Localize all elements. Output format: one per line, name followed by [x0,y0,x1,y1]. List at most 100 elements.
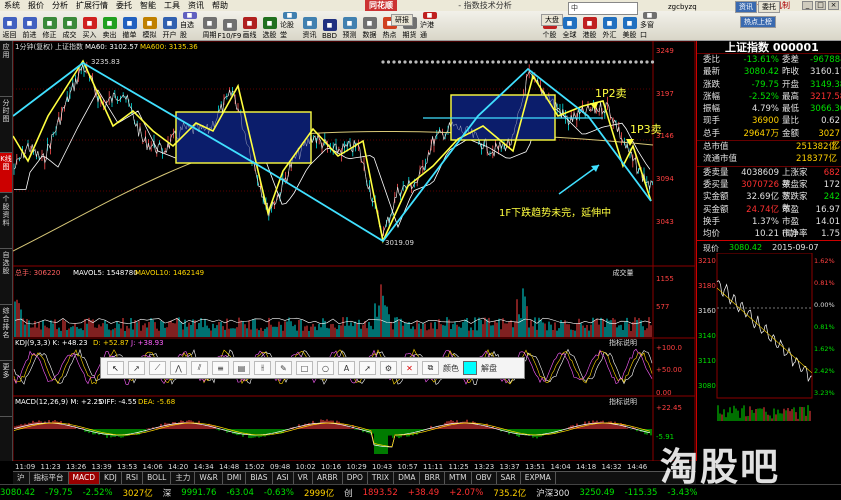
ray-icon[interactable]: ⟋ [149,361,166,375]
menu-item[interactable]: 资讯 [184,0,208,11]
indicator-tab[interactable]: VR [294,472,314,484]
toolbar-button[interactable]: ■ 撤单 [120,12,139,40]
indicator-tab[interactable]: W&R [195,472,223,484]
toolbar-button[interactable]: ■ 返回 [0,12,19,40]
indicator-tab[interactable]: BOLL [143,472,172,484]
toolbar-button[interactable]: ■ 资讯 [300,12,319,40]
quote-label: 平盘家数 [782,179,808,202]
market-select[interactable]: 大盘 [541,14,563,26]
toolbar-button[interactable]: ■ 论股堂 [280,12,299,40]
arrow-icon[interactable]: ➚ [359,361,376,375]
status-value: 2999亿 [303,488,335,499]
indicator-tab[interactable]: 指标平台 [30,472,69,484]
discard-label[interactable]: 解盘 [481,363,497,374]
hotlist-button[interactable]: 热点上榜 [740,16,776,28]
fan-icon[interactable]: ⫲ [254,361,271,375]
indicator-tab[interactable]: RSI [122,472,144,484]
pen-icon[interactable]: ✎ [275,361,292,375]
toolbar-button[interactable]: ■ 自选股 [180,12,199,40]
side-tab[interactable]: 分时图 [0,97,12,153]
menu-item[interactable]: 扩展行情 [72,0,112,11]
side-tab[interactable]: 个股资料 [0,193,12,249]
search-input[interactable]: 中 [568,2,638,15]
chart-area[interactable]: 1分钟(复权) 上证指数 MA60: 3102.57 MA600: 3135.36 32… [13,41,696,461]
text-icon[interactable]: A [338,361,355,375]
side-tab[interactable]: 综合排名 [0,305,12,361]
color-swatch[interactable] [463,361,477,375]
toolbar-button[interactable]: ■ 周期 [200,12,219,40]
toolbar-button[interactable]: ■ 开户 [160,12,179,40]
indicator-tab[interactable]: MACD [68,472,100,484]
indicator-tab[interactable]: SAR [497,472,521,484]
quote-label: 昨收 [782,67,800,78]
ellipse-icon[interactable]: ○ [317,361,334,375]
menu-item[interactable]: 分析 [48,0,72,11]
toolbar-label: 资讯 [302,31,317,39]
channel-icon[interactable]: ▤ [233,361,250,375]
indicator-tab[interactable]: 主力 [171,472,196,484]
kdj-j-label: J: +38.93 [130,339,164,347]
indicator-tab[interactable]: EXPMA [521,472,556,484]
indicator-tab[interactable]: BRR [420,472,446,484]
toolbar-button[interactable]: ■ F10/F9 [218,12,241,40]
mini-chart[interactable]: 现价 3080.42 2015-09-07 3210 3180 3160 3140 31… [697,240,841,422]
menu-item[interactable]: 系统 [0,0,24,11]
toolbar-button[interactable]: ■ 沪港通 [420,12,439,40]
toolbar-button[interactable]: ■ 模拟 [140,12,159,40]
menu-item[interactable]: 智能 [136,0,160,11]
quote-value: 4038609 [741,167,779,178]
indicator-tab[interactable]: DPO [343,472,368,484]
pointer-icon[interactable]: ↖ [107,361,124,375]
indicator-tab[interactable]: DMA [394,472,421,484]
toolbar-button[interactable]: ■ 买入 [80,12,99,40]
indicator-tab[interactable]: OBV [472,472,497,484]
indicator-tab[interactable]: MTM [445,472,472,484]
chart-svg[interactable]: 1分钟(复权) 上证指数 MA60: 3102.57 MA600: 3135.36 32… [13,41,696,461]
menu-item[interactable]: 工具 [160,0,184,11]
toolbar-button[interactable]: ■ 多窗口 [640,12,659,40]
indicator-tab[interactable]: ASI [273,472,294,484]
gear-icon[interactable]: ⚙ [380,361,397,375]
toolbar-button[interactable]: ■ 卖出 [100,12,119,40]
indicator-tab[interactable]: BIAS [246,472,273,484]
toolbar-button[interactable]: ■ 成交 [60,12,79,40]
delegate-button[interactable]: 委托 [758,1,780,13]
menu-item[interactable]: 帮助 [208,0,232,11]
toolbar-button[interactable]: ■ 修正 [40,12,59,40]
toolbar-button[interactable]: ■ 预测 [340,12,359,40]
side-tab[interactable]: 应用 [0,41,12,97]
toolbar-button[interactable]: ■ BBD [320,12,339,40]
toolbar-button[interactable]: ■ 美股 [620,12,639,40]
indicator-tab[interactable]: DMI [223,472,247,484]
toolbar-button[interactable]: ■ 数据 [360,12,379,40]
maximize-icon[interactable]: □ [815,1,826,10]
info-button[interactable]: 资讯 [735,1,757,13]
toolbar-button[interactable]: ■ 画线 [240,12,259,40]
toolbar-button[interactable]: ■ 选股 [260,12,279,40]
side-tab[interactable]: K线图 [0,153,12,193]
indicator-tab[interactable]: 沪 [13,472,30,484]
copy-icon[interactable]: ⧉ [422,361,439,375]
menu-item[interactable]: 报价 [24,0,48,11]
indicator-tab[interactable]: ARBR [313,472,343,484]
toolbar-button[interactable]: ■ 港股 [580,12,599,40]
indicator-tab[interactable]: KDJ [100,472,122,484]
zigzag-icon[interactable]: ⋀ [170,361,187,375]
event-marker [595,60,600,64]
toolbar-button[interactable]: ■ 前进 [20,12,39,40]
delete-icon[interactable]: ✕ [401,361,418,375]
rect-icon[interactable]: □ [296,361,313,375]
side-tab[interactable]: 自选股 [0,249,12,305]
event-marker [628,60,633,64]
close-icon[interactable]: × [828,1,839,10]
menu-item[interactable]: 委托 [112,0,136,11]
minimize-icon[interactable]: _ [802,1,813,10]
side-tab[interactable]: 更多 [0,361,12,417]
parallel-icon[interactable]: ⫽ [191,361,208,375]
toolbar-button[interactable]: ■ 外汇 [600,12,619,40]
research-button[interactable]: 研报 [391,14,413,26]
draw-toolbar[interactable]: ↖ ↗ ⟋ ⋀ ⫽ ≡ ▤ ⫲ ✎ □ ○ A ➚ ⚙ ✕ ⧉ 颜色 解盘 [100,357,525,379]
indicator-tab[interactable]: TRIX [368,472,395,484]
line-icon[interactable]: ↗ [128,361,145,375]
fib-icon[interactable]: ≡ [212,361,229,375]
